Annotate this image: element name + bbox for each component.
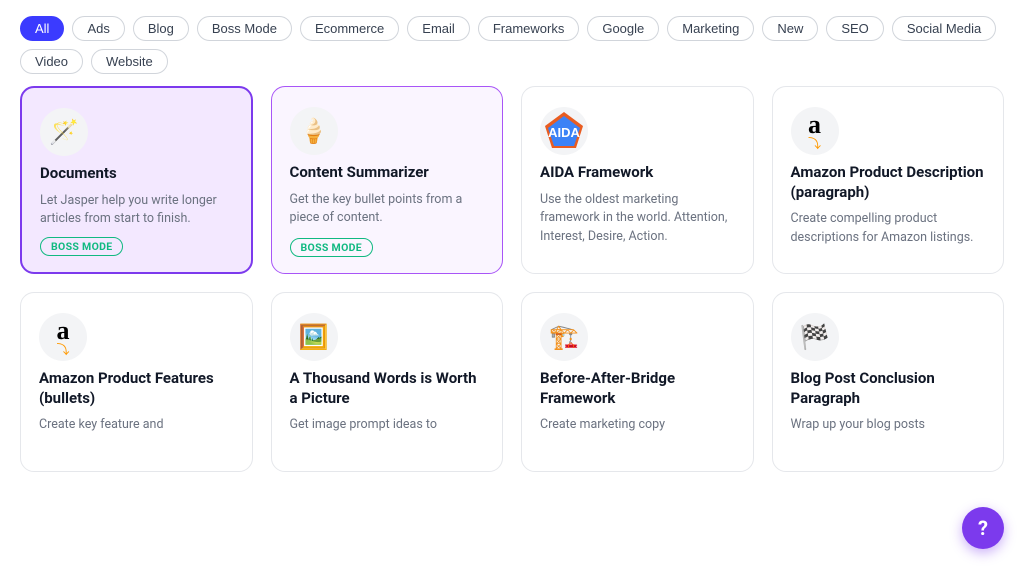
card-desc-amazon-product-desc: Create compelling product descriptions f…: [791, 210, 986, 257]
card-badge-content-summarizer: BOSS MODE: [290, 238, 373, 257]
card-desc-content-summarizer: Get the key bullet points from a piece o…: [290, 191, 485, 231]
filter-tag-google[interactable]: Google: [587, 16, 659, 41]
filter-tag-social-media[interactable]: Social Media: [892, 16, 996, 41]
card-amazon-bullets[interactable]: a ⤵︎ Amazon Product Features (bullets) Cr…: [20, 292, 253, 472]
filter-tag-boss-mode[interactable]: Boss Mode: [197, 16, 292, 41]
filter-tag-website[interactable]: Website: [91, 49, 168, 74]
filter-tag-ads[interactable]: Ads: [72, 16, 124, 41]
card-icon-amazon-product-desc: a ⤵︎: [791, 107, 839, 155]
card-icon-blog-conclusion: 🏁: [791, 313, 839, 361]
filter-row: All Ads Blog Boss Mode Ecommerce Email Framewo…: [20, 16, 1004, 74]
card-title-aida-framework: AIDA Framework: [540, 163, 735, 183]
card-badge-documents: BOSS MODE: [40, 237, 123, 256]
filter-tag-email[interactable]: Email: [407, 16, 470, 41]
card-title-before-after-bridge: Before-After-Bridge Framework: [540, 369, 735, 408]
card-icon-amazon-bullets: a ⤵︎: [39, 313, 87, 361]
card-desc-amazon-bullets: Create key feature and: [39, 416, 234, 455]
filter-tag-video[interactable]: Video: [20, 49, 83, 74]
card-desc-documents: Let Jasper help you write longer article…: [40, 192, 233, 230]
card-content-summarizer[interactable]: 🍦 Content Summarizer Get the key bullet po…: [271, 86, 504, 274]
cards-grid-row2: a ⤵︎ Amazon Product Features (bullets) Cr…: [20, 292, 1004, 472]
card-before-after-bridge[interactable]: 🏗️ Before-After-Bridge Framework Create ma…: [521, 292, 754, 472]
card-desc-thousand-words: Get image prompt ideas to: [290, 416, 485, 455]
card-icon-documents: 🪄: [40, 108, 88, 156]
card-amazon-product-desc[interactable]: a ⤵︎ Amazon Product Description (paragra…: [772, 86, 1005, 274]
cards-grid-row1: 🪄 Documents Let Jasper help you write long…: [20, 86, 1004, 274]
filter-tag-frameworks[interactable]: Frameworks: [478, 16, 580, 41]
card-title-amazon-product-desc: Amazon Product Description (paragraph): [791, 163, 986, 202]
card-documents[interactable]: 🪄 Documents Let Jasper help you write long…: [20, 86, 253, 274]
filter-tag-new[interactable]: New: [762, 16, 818, 41]
card-title-blog-conclusion: Blog Post Conclusion Paragraph: [791, 369, 986, 408]
card-title-content-summarizer: Content Summarizer: [290, 163, 485, 183]
card-icon-content-summarizer: 🍦: [290, 107, 338, 155]
card-icon-thousand-words: 🖼️: [290, 313, 338, 361]
filter-tag-seo[interactable]: SEO: [826, 16, 883, 41]
card-thousand-words[interactable]: 🖼️ A Thousand Words is Worth a Picture Get…: [271, 292, 504, 472]
card-title-documents: Documents: [40, 164, 233, 184]
card-title-thousand-words: A Thousand Words is Worth a Picture: [290, 369, 485, 408]
filter-tag-all[interactable]: All: [20, 16, 64, 41]
card-desc-before-after-bridge: Create marketing copy: [540, 416, 735, 455]
help-button[interactable]: ?: [962, 507, 1004, 549]
filter-tag-ecommerce[interactable]: Ecommerce: [300, 16, 399, 41]
filter-tag-marketing[interactable]: Marketing: [667, 16, 754, 41]
card-desc-blog-conclusion: Wrap up your blog posts: [791, 416, 986, 455]
card-icon-before-after-bridge: 🏗️: [540, 313, 588, 361]
card-title-amazon-bullets: Amazon Product Features (bullets): [39, 369, 234, 408]
filter-tag-blog[interactable]: Blog: [133, 16, 189, 41]
card-desc-aida-framework: Use the oldest marketing framework in th…: [540, 191, 735, 258]
svg-text:AIDA: AIDA: [548, 125, 580, 140]
card-aida-framework[interactable]: AIDA AIDA Framework Use the oldest market…: [521, 86, 754, 274]
card-blog-conclusion[interactable]: 🏁 Blog Post Conclusion Paragraph Wrap up y…: [772, 292, 1005, 472]
card-icon-aida-framework: AIDA: [540, 107, 588, 155]
